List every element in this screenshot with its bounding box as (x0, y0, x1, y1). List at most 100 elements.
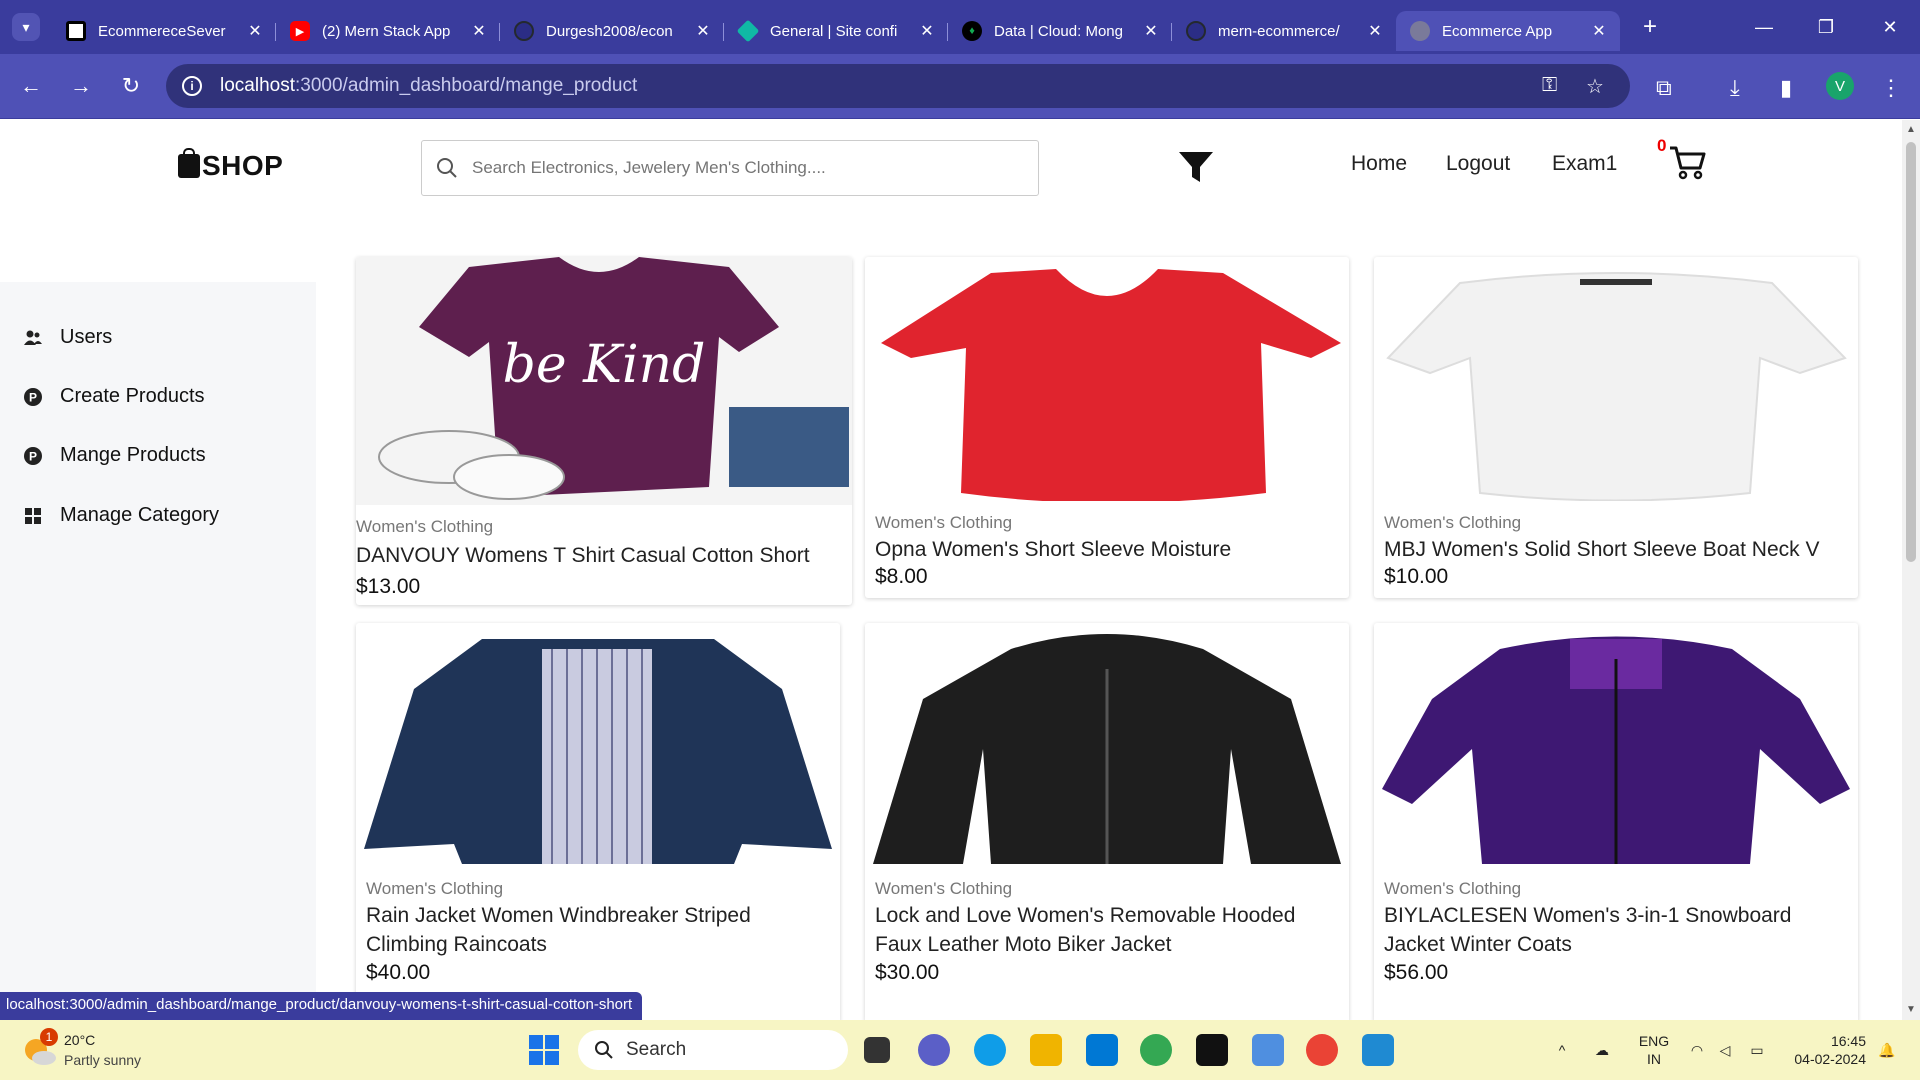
tab-close-icon[interactable]: ✕ (1366, 21, 1384, 41)
show-hidden-icons-chevron-icon[interactable]: ^ (1552, 1020, 1572, 1080)
scroll-up-arrow-icon[interactable]: ▲ (1906, 124, 1916, 135)
terminal-icon[interactable] (1196, 1034, 1228, 1066)
product-price: $13.00 (356, 575, 421, 598)
app-window-icon[interactable] (1252, 1034, 1284, 1066)
product-card[interactable]: be Kind Women's Clothing DANVOUY Womens … (356, 257, 852, 605)
reload-icon[interactable]: ↻ (106, 73, 156, 99)
tab-close-icon[interactable]: ✕ (694, 21, 712, 41)
filter-funnel-icon[interactable] (1178, 150, 1214, 184)
wifi-icon[interactable]: ◠ (1686, 1020, 1708, 1080)
product-category: Women's Clothing (1384, 513, 1522, 532)
product-card[interactable]: Women's Clothing MBJ Women's Solid Short… (1374, 257, 1858, 598)
nav-home-link[interactable]: Home (1351, 152, 1407, 176)
clock[interactable]: 16:45 04-02-2024 (1786, 1020, 1866, 1080)
file-explorer-icon[interactable] (1030, 1034, 1062, 1066)
windows-start-icon[interactable] (528, 1034, 560, 1066)
chrome-profile-icon[interactable] (1306, 1034, 1338, 1066)
back-arrow-icon[interactable]: ← (6, 73, 56, 99)
browser-tab[interactable]: ▶ (2) Mern Stack App ✕ (276, 11, 500, 51)
weather-desc: Partly sunny (64, 1052, 142, 1068)
search-input[interactable] (472, 158, 1012, 178)
site-info-icon[interactable]: i (182, 76, 202, 96)
side-panel-icon[interactable]: ▮ (1780, 75, 1792, 101)
mongodb-leaf-favicon-icon: ♦ (962, 21, 982, 41)
browser-tab[interactable]: Durgesh2008/econ ✕ (500, 11, 724, 51)
sidebar-item-mange-products[interactable]: P Mange Products (24, 444, 206, 467)
tab-favicon-icon (66, 21, 86, 41)
download-icon[interactable]: ⤓ (1730, 75, 1740, 101)
tab-search-chevron-icon[interactable]: ▾ (12, 13, 40, 41)
teams-chat-icon[interactable] (918, 1034, 950, 1066)
product-card[interactable]: Women's Clothing Lock and Love Women's R… (865, 623, 1349, 1020)
key-icon[interactable]: ⚿ (1542, 74, 1557, 97)
menu-kebab-icon[interactable]: ⋮ (1880, 75, 1902, 101)
browser-tab[interactable]: General | Site confi ✕ (724, 11, 948, 51)
restore-icon[interactable]: ❐ (1796, 0, 1856, 54)
bookmark-star-icon[interactable]: ☆ (1586, 74, 1604, 99)
product-name: BIYLACLESEN Women's 3-in-1 Snowboard Jac… (1384, 904, 1792, 956)
scroll-down-arrow-icon[interactable]: ▼ (1906, 1004, 1916, 1015)
sidebar-item-label: Mange Products (60, 444, 206, 466)
cart-icon[interactable] (1668, 142, 1708, 182)
sidebar-item-manage-category[interactable]: Manage Category (24, 504, 219, 527)
tab-title: Data | Cloud: Mong (994, 22, 1123, 40)
scrollbar-thumb[interactable] (1906, 142, 1916, 562)
minimize-icon[interactable]: — (1734, 0, 1794, 54)
edge-browser-icon[interactable] (974, 1034, 1006, 1066)
cart-count-badge: 0 (1657, 136, 1667, 155)
tab-close-icon[interactable]: ✕ (1590, 21, 1608, 41)
forward-arrow-icon[interactable]: → (56, 73, 106, 99)
search-icon (595, 1041, 613, 1059)
search-box[interactable] (421, 140, 1039, 196)
microsoft-store-icon[interactable] (1086, 1034, 1118, 1066)
screen: ▾ EcommereceSever ✕ ▶ (2) Mern Stack App… (0, 0, 1920, 1080)
chrome-icon[interactable] (1140, 1034, 1172, 1066)
product-p-icon: P (24, 446, 42, 465)
sidebar-item-create-products[interactable]: P Create Products (24, 385, 205, 408)
product-image (1380, 629, 1852, 867)
browser-tab[interactable]: ♦ Data | Cloud: Mong ✕ (948, 11, 1172, 51)
close-window-icon[interactable]: ✕ (1860, 0, 1920, 54)
product-image (362, 629, 834, 867)
product-image (1380, 263, 1852, 501)
product-card[interactable]: Women's Clothing Opna Women's Short Slee… (865, 257, 1349, 598)
sidebar-item-users[interactable]: Users (24, 326, 112, 349)
tab-close-icon[interactable]: ✕ (918, 21, 936, 41)
browser-tab[interactable]: mern-ecommerce/ ✕ (1172, 11, 1396, 51)
battery-icon[interactable]: ▭ (1744, 1020, 1770, 1080)
product-card[interactable]: Women's Clothing Rain Jacket Women Windb… (356, 623, 840, 1020)
globe-favicon-icon (1410, 21, 1430, 41)
github-favicon-icon (514, 21, 534, 41)
browser-tab-active[interactable]: Ecommerce App ✕ (1396, 11, 1620, 51)
product-price: $56.00 (1384, 961, 1449, 984)
tab-close-icon[interactable]: ✕ (1142, 21, 1160, 41)
vscode-icon[interactable] (1362, 1034, 1394, 1066)
notification-bell-icon[interactable]: 🔔 (1876, 1020, 1898, 1080)
onedrive-cloud-icon[interactable]: ☁ (1590, 1020, 1614, 1080)
taskbar-search[interactable]: Search (578, 1030, 848, 1070)
product-card[interactable]: Women's Clothing BIYLACLESEN Women's 3-i… (1374, 623, 1858, 1020)
url-text[interactable]: localhost:3000/admin_dashboard/mange_pro… (220, 75, 637, 97)
tab-title: Ecommerce App (1442, 22, 1553, 40)
new-tab-plus-icon[interactable]: + (1634, 13, 1666, 41)
extensions-puzzle-icon[interactable]: ⧉ (1656, 75, 1672, 101)
page-scrollbar[interactable]: ▲ ▼ (1902, 120, 1920, 1020)
profile-avatar[interactable]: V (1826, 72, 1854, 100)
address-bar[interactable]: i localhost:3000/admin_dashboard/mange_p… (166, 64, 1630, 108)
nav-user-link[interactable]: Exam1 (1552, 152, 1617, 176)
nav-logout-link[interactable]: Logout (1446, 152, 1510, 176)
product-image (871, 629, 1343, 867)
tab-close-icon[interactable]: ✕ (246, 21, 264, 41)
brand-text: SHOP (202, 150, 284, 181)
clock-date: 04-02-2024 (1794, 1051, 1866, 1067)
weather-widget[interactable]: 1 (22, 1028, 58, 1068)
weather-text[interactable]: 20°C Partly sunny (64, 1030, 141, 1070)
task-view-icon[interactable] (864, 1037, 890, 1063)
browser-tab[interactable]: EcommereceSever ✕ (52, 11, 276, 51)
page-content: SHOP Home Logout Exam1 0 Users P Create … (0, 120, 1902, 1020)
language-indicator[interactable]: ENG IN (1636, 1020, 1672, 1080)
volume-icon[interactable]: ◁ (1714, 1020, 1736, 1080)
tab-close-icon[interactable]: ✕ (470, 21, 488, 41)
tab-title: Durgesh2008/econ (546, 22, 673, 40)
brand-logo[interactable]: SHOP (178, 148, 284, 182)
